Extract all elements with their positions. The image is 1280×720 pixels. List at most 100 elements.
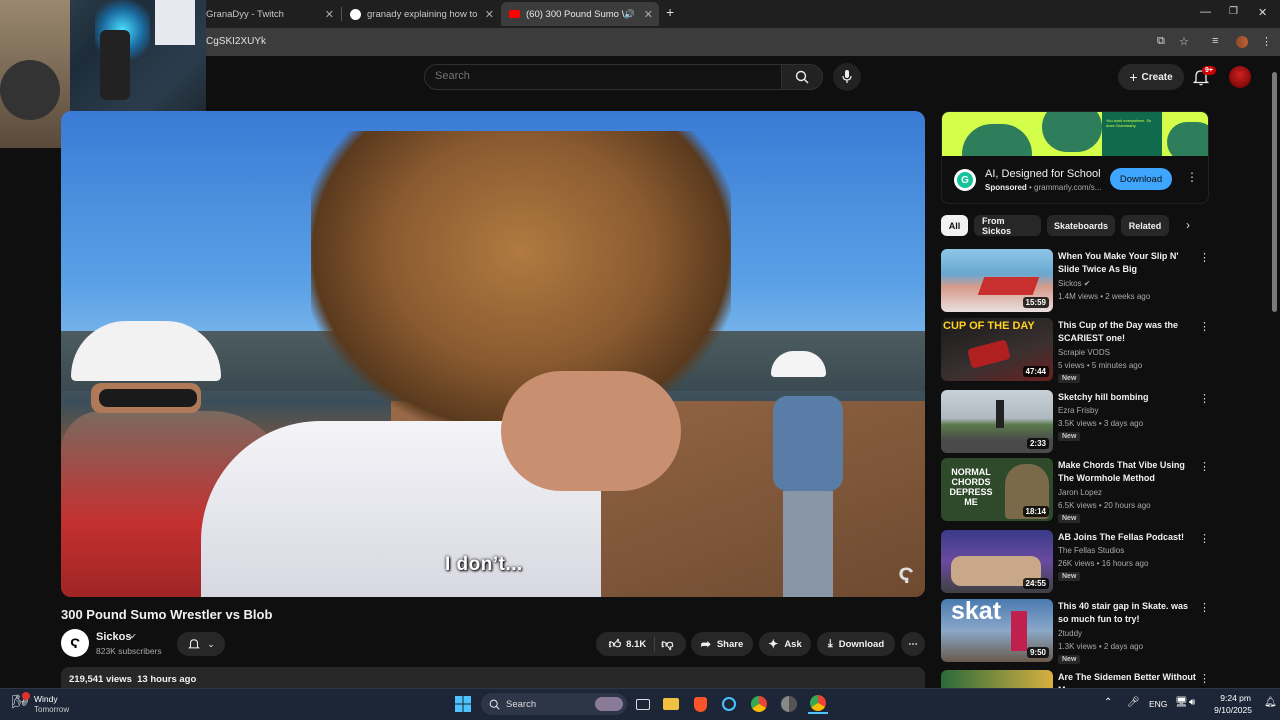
more-options-icon[interactable]: ⋮ — [1199, 532, 1210, 545]
video-thumbnail[interactable]: 2:33 — [941, 390, 1053, 453]
recommended-video[interactable]: CUP OF THE DAY 47:44 This Cup of the Day… — [941, 318, 1210, 383]
ask-button[interactable]: ✦ Ask — [759, 632, 811, 656]
video-player[interactable]: Ϛ — [61, 111, 925, 597]
audio-playing-icon[interactable]: 🔊 — [624, 9, 635, 20]
taskbar-search-box[interactable]: Search — [481, 693, 627, 715]
brave-browser-icon[interactable] — [690, 694, 710, 714]
recommended-video[interactable]: 24:55 AB Joins The Fellas Podcast! The F… — [941, 530, 1210, 594]
thumb-detail — [996, 400, 1004, 428]
tray-chevron-up-icon[interactable]: ⌃ — [1104, 697, 1112, 708]
rec-title[interactable]: AB Joins The Fellas Podcast! — [1058, 531, 1198, 544]
chip-related[interactable]: Related — [1121, 215, 1169, 236]
ad-title[interactable]: AI, Designed for School — [985, 168, 1101, 180]
create-button[interactable]: + Create — [1118, 64, 1184, 90]
share-button[interactable]: ➦ Share — [691, 632, 753, 656]
chip-all[interactable]: All — [941, 215, 968, 236]
input-language[interactable]: ENG — [1149, 699, 1167, 709]
more-options-icon[interactable]: ⋮ — [1199, 251, 1210, 264]
rec-title[interactable]: Make Chords That Vibe Using The Wormhole… — [1058, 459, 1198, 485]
more-options-icon[interactable]: ⋮ — [1199, 392, 1210, 405]
chip-skateboards[interactable]: Skateboards — [1047, 215, 1115, 236]
system-clock-date[interactable]: 9/10/2025 — [1208, 705, 1252, 715]
video-thumbnail[interactable]: 24:55 — [941, 530, 1053, 593]
volume-icon[interactable]: 🔊︎ — [1189, 697, 1195, 708]
install-app-icon[interactable]: ⧉ — [1157, 35, 1165, 48]
search-button[interactable] — [781, 64, 823, 90]
file-explorer-icon[interactable] — [661, 694, 681, 714]
bookmark-star-icon[interactable]: ☆ — [1179, 35, 1189, 48]
subscribed-notifications-button[interactable]: ⌄ — [177, 632, 225, 656]
video-thumbnail[interactable]: 15:59 — [941, 249, 1053, 312]
tab-twitch[interactable]: GranaDyy - Twitch ✕ — [198, 2, 340, 26]
more-actions-button[interactable]: ⋯ — [901, 632, 925, 656]
channel-name[interactable]: Sickos — [96, 631, 131, 643]
restore-icon[interactable]: ❐ — [1229, 6, 1238, 17]
sponsored-ad-card[interactable]: You work everywhere. So does Grammarly. … — [941, 111, 1209, 204]
new-tab-icon[interactable]: + — [666, 4, 674, 20]
search-box[interactable] — [424, 64, 782, 90]
more-options-icon[interactable]: ⋮ — [1199, 601, 1210, 614]
close-tab-icon[interactable]: ✕ — [325, 8, 334, 21]
rec-title[interactable]: Sketchy hill bombing — [1058, 391, 1198, 404]
recommended-video[interactable]: Are The Sidemen Better Without M... ⋮ — [941, 670, 1209, 688]
video-thumbnail[interactable] — [941, 670, 1053, 688]
chevron-right-icon[interactable]: › — [1186, 218, 1190, 232]
video-thumbnail[interactable]: skat 9:50 — [941, 599, 1053, 662]
microphone-icon[interactable]: 🎤︎ — [1127, 697, 1140, 708]
recommended-video[interactable]: 15:59 When You Make Your Slip N' Slide T… — [941, 249, 1210, 313]
recommended-video[interactable]: skat 9:50 This 40 stair gap in Skate. wa… — [941, 599, 1210, 664]
task-view-icon[interactable] — [633, 694, 653, 714]
more-options-icon[interactable]: ⋮ — [1199, 460, 1210, 473]
close-tab-icon[interactable]: ✕ — [485, 8, 494, 21]
url-text[interactable]: CgSKI2XUYk — [206, 36, 266, 47]
video-scene-face-center — [501, 371, 681, 491]
scrollbar-thumb[interactable] — [1272, 72, 1277, 312]
channel-watermark-icon[interactable]: Ϛ — [898, 563, 914, 589]
thumbs-up-icon: 👍︎ — [608, 636, 622, 651]
notification-count-badge: 9+ — [1202, 66, 1216, 75]
video-thumbnail[interactable]: NORMAL CHORDS DEPRESS ME 18:14 — [941, 458, 1053, 521]
account-avatar[interactable] — [1229, 66, 1251, 88]
media-controls-icon[interactable]: ≡ — [1212, 35, 1218, 47]
notification-center-icon[interactable]: 🔔︎ — [1264, 697, 1277, 708]
video-scene-sunglasses — [99, 389, 197, 407]
chip-from-sickos[interactable]: From Sickos — [974, 215, 1041, 236]
taskbar-search-label: Search — [506, 698, 537, 710]
rec-title[interactable]: This 40 stair gap in Skate. was so much … — [1058, 600, 1198, 626]
chrome-icon[interactable] — [749, 694, 769, 714]
network-icon[interactable]: 🖥︎ — [1175, 697, 1188, 708]
more-options-icon[interactable]: ⋮ — [1199, 320, 1210, 333]
chrome-active-icon[interactable] — [808, 694, 828, 714]
tab-search[interactable]: granady explaining how to join ✕ — [342, 2, 500, 26]
more-options-icon[interactable]: ⋮ — [1199, 672, 1209, 685]
cortana-icon[interactable] — [719, 694, 739, 714]
close-tab-icon[interactable]: ✕ — [644, 8, 653, 21]
ad-more-options-icon[interactable]: ⋮ — [1186, 170, 1198, 184]
profile-avatar-icon[interactable] — [1236, 36, 1248, 48]
rec-title[interactable]: When You Make Your Slip N' Slide Twice A… — [1058, 250, 1198, 276]
weather-forecast-day[interactable]: Tomorrow — [34, 705, 69, 714]
windows-start-icon[interactable] — [453, 694, 473, 714]
browser-menu-icon[interactable]: ⋮ — [1261, 35, 1272, 48]
chrome-profile-icon[interactable] — [779, 694, 799, 714]
like-button[interactable]: 👍︎ 8.1K — [608, 636, 656, 652]
rec-title[interactable]: This Cup of the Day was the SCARIEST one… — [1058, 319, 1198, 345]
rec-meta: 1.4M views • 2 weeks ago — [1058, 292, 1151, 301]
video-thumbnail[interactable]: CUP OF THE DAY 47:44 — [941, 318, 1053, 381]
close-window-icon[interactable]: ✕ — [1258, 6, 1267, 19]
system-clock-time[interactable]: 9:24 pm — [1215, 693, 1251, 703]
minimize-icon[interactable]: — — [1200, 6, 1211, 18]
dislike-button[interactable]: 👎︎ — [661, 637, 673, 652]
ad-download-button[interactable]: Download — [1110, 168, 1172, 190]
channel-avatar[interactable]: Ϛ — [61, 629, 89, 657]
voice-search-button[interactable] — [833, 63, 861, 91]
tab-youtube-active[interactable]: (60) 300 Pound Sumo Wres 🔊 ✕ — [501, 2, 659, 26]
recommended-video[interactable]: NORMAL CHORDS DEPRESS ME 18:14 Make Chor… — [941, 458, 1210, 523]
ad-banner-image[interactable]: You work everywhere. So does Grammarly. — [942, 112, 1208, 156]
recommended-video[interactable]: 2:33 Sketchy hill bombing Ezra Frisby 3.… — [941, 390, 1210, 454]
rec-title[interactable]: Are The Sidemen Better Without M... — [1058, 671, 1198, 688]
download-button[interactable]: ⤓ Download — [817, 632, 895, 656]
search-input[interactable] — [435, 70, 765, 82]
grammarly-logo-icon: G — [954, 169, 976, 191]
weather-condition[interactable]: Windy — [34, 694, 58, 704]
